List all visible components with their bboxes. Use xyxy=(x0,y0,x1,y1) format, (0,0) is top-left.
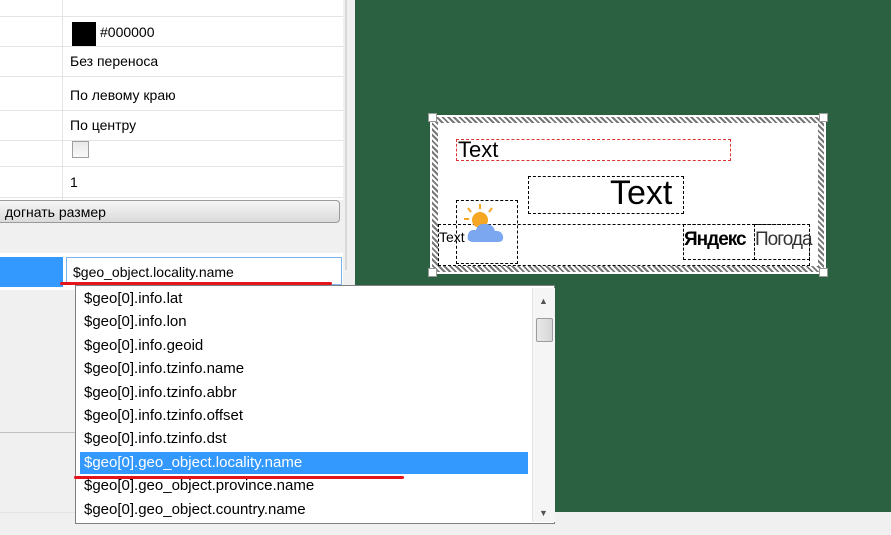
property-row[interactable] xyxy=(0,0,343,17)
dropdown-item[interactable]: $geo[0].info.lat xyxy=(80,288,528,310)
text-element-icon[interactable]: Text xyxy=(439,229,465,245)
property-grid: #000000 Без переноса По левому краю По ц… xyxy=(0,0,343,200)
scroll-down-icon[interactable]: ▼ xyxy=(539,508,548,518)
sun-cloud-icon xyxy=(464,204,504,242)
variable-dropdown[interactable]: $geo[0].info.lat $geo[0].info.lon $geo[0].… xyxy=(75,285,555,524)
color-value[interactable]: #000000 xyxy=(100,24,155,40)
field-binding-input[interactable]: $geo_object.locality.name xyxy=(66,257,342,285)
property-row-color[interactable] xyxy=(0,17,343,47)
property-row-wrap[interactable]: Без переноса xyxy=(0,47,343,77)
valign-value[interactable]: По центру xyxy=(70,117,136,133)
fit-size-button[interactable]: догнать размер xyxy=(0,200,340,223)
number-value[interactable]: 1 xyxy=(70,174,78,190)
fit-size-button-label: догнать размер xyxy=(5,204,106,220)
scrollbar-thumb[interactable] xyxy=(536,318,553,342)
resize-handle[interactable] xyxy=(819,113,828,122)
wrap-value[interactable]: Без переноса xyxy=(70,53,158,69)
resize-handle[interactable] xyxy=(819,268,828,277)
dropdown-item[interactable]: $geo[0].info.tzinfo.dst xyxy=(80,428,528,450)
halign-value[interactable]: По левому краю xyxy=(70,87,176,103)
dropdown-item[interactable]: $geo[0].info.lon xyxy=(80,311,528,333)
property-row-number[interactable]: 1 xyxy=(0,168,343,198)
brand-suffix-text: Погода xyxy=(755,229,813,250)
dropdown-item[interactable]: $geo[0].info.tzinfo.abbr xyxy=(80,382,528,404)
dropdown-item[interactable]: $geo[0].info.tzinfo.offset xyxy=(80,405,528,427)
brand-logo-text: Яндекс xyxy=(684,229,747,250)
field-name-cell-selected[interactable] xyxy=(0,257,63,287)
dropdown-item[interactable]: $geo[0].info.tzinfo.name xyxy=(80,358,528,380)
property-checkbox[interactable] xyxy=(72,141,89,158)
property-row-halign[interactable]: По левому краю xyxy=(0,81,343,111)
dropdown-item[interactable]: $geo[0].info.geoid xyxy=(80,335,528,357)
property-row-checkbox[interactable] xyxy=(0,137,343,167)
red-underline-annotation xyxy=(74,476,404,479)
dropdown-scrollbar[interactable]: ▲ ▼ xyxy=(532,288,555,522)
panel-border xyxy=(345,0,347,270)
resize-handle[interactable] xyxy=(428,268,437,277)
scroll-up-icon[interactable]: ▲ xyxy=(539,296,548,306)
text-element-small[interactable]: Text xyxy=(458,137,498,163)
text-element-large[interactable]: Text xyxy=(610,174,672,213)
dropdown-item[interactable]: $geo[0].geo_object.country.name xyxy=(80,499,528,521)
resize-handle[interactable] xyxy=(428,113,437,122)
color-swatch[interactable] xyxy=(72,22,96,46)
dropdown-item[interactable]: $geo[0].geo_object.locality.name xyxy=(80,451,528,474)
